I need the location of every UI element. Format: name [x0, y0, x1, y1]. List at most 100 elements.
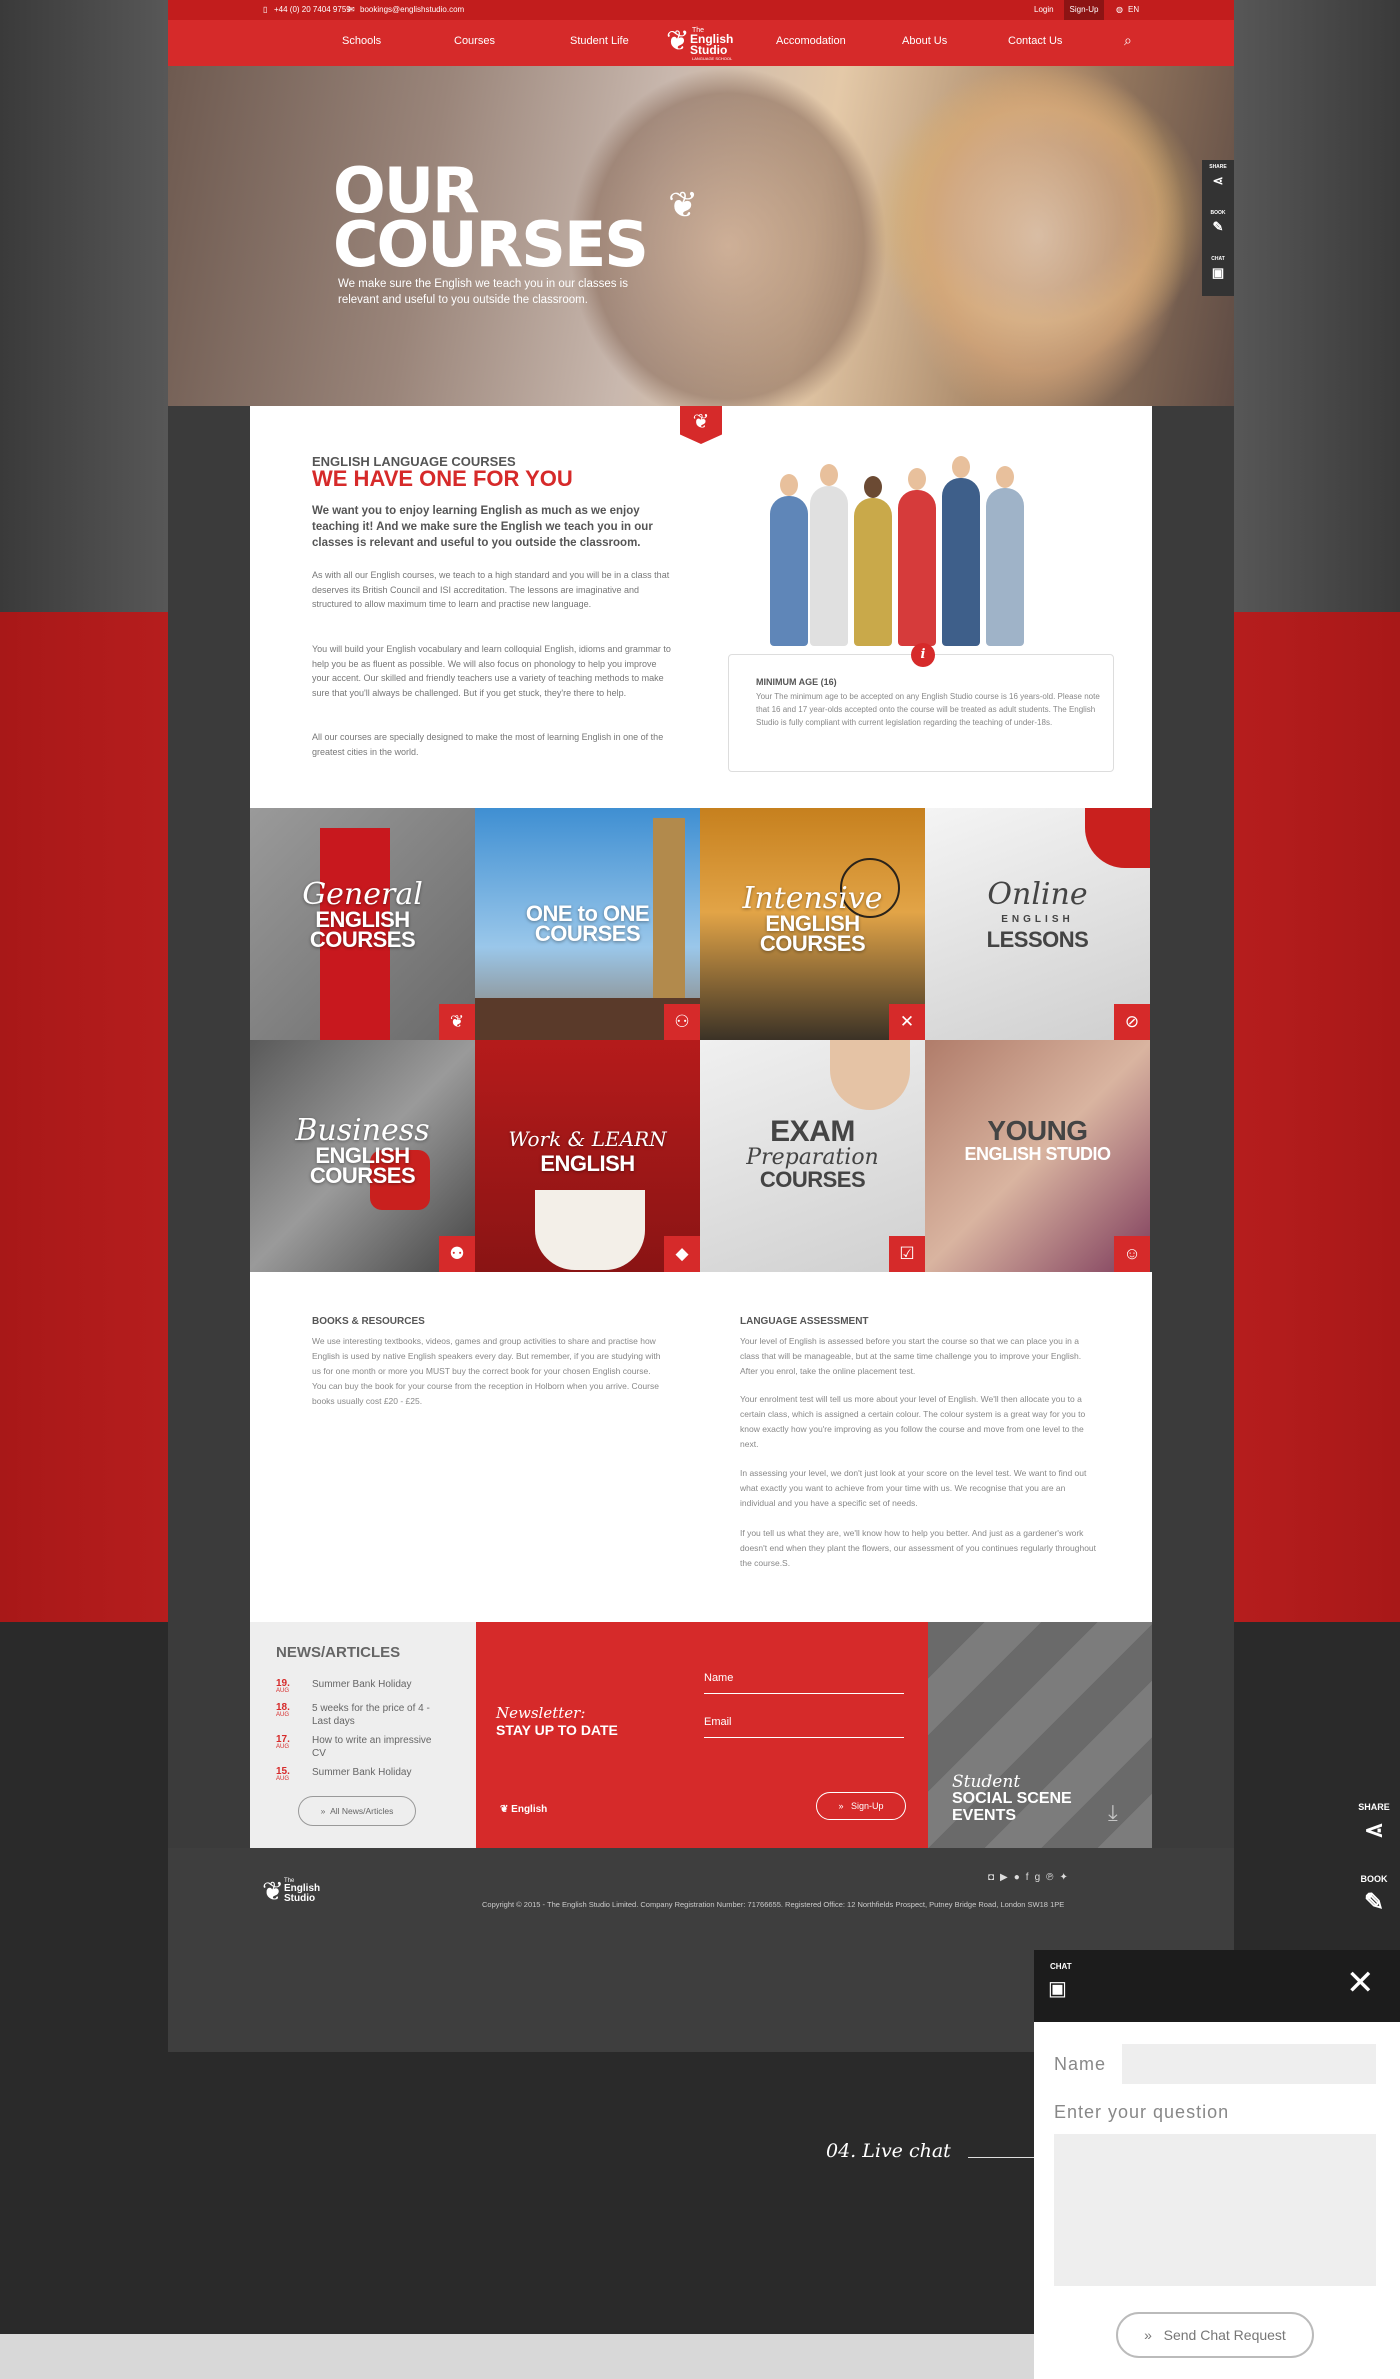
chat-header: CHAT ▣ ✕ [1034, 1950, 1400, 2022]
instagram-icon[interactable]: ◘ [988, 1872, 1000, 1883]
mug-photo [1085, 808, 1150, 868]
course-tile-general[interactable]: General ENGLISH COURSES ❦ [250, 808, 475, 1040]
book-tab[interactable]: BOOK ✎ [1202, 210, 1234, 254]
course-tile-work-and-learn[interactable]: Work & LEARN ENGLISH ◆ [475, 1040, 700, 1272]
page-title: OUR COURSES [333, 154, 649, 281]
live-chat-label: 04. Live chat [826, 2140, 951, 2162]
signup-link[interactable]: Sign-Up [1064, 0, 1104, 20]
assessment-paragraph: In assessing your level, we don't just l… [740, 1468, 1087, 1508]
minimum-age-body: Your The minimum age to be accepted on a… [756, 692, 1100, 727]
google-plus-icon[interactable]: g [1035, 1872, 1047, 1883]
share-icon: ⋖ [1212, 173, 1224, 188]
social-scene-panel[interactable]: Student SOCIAL SCENE EVENTS ⤓ [928, 1622, 1152, 1848]
book-icon: ✎ [1212, 219, 1224, 234]
nav-schools[interactable]: Schools [342, 35, 381, 47]
login-link[interactable]: Login [1034, 5, 1054, 14]
logo[interactable]: ❦ The English Studio LANGUAGE SCHOOL [666, 25, 740, 62]
info-icon: i [911, 643, 935, 667]
phone-number[interactable]: +44 (0) 20 7404 9759 [274, 5, 351, 14]
side-tabs: SHARE ⋖ BOOK ✎ CHAT ▣ [1202, 160, 1234, 296]
course-tile-young-english-studio[interactable]: YOUNG ENGLISH STUDIO ☺ [925, 1040, 1150, 1272]
nav-contact-us[interactable]: Contact Us [1008, 35, 1062, 47]
assessment-paragraph: If you tell us what they are, we'll know… [740, 1528, 1097, 1568]
send-chat-request-button[interactable]: » Send Chat Request [1116, 2312, 1314, 2358]
email-icon: ✉ [348, 5, 355, 14]
intro-paragraph: You will build your English vocabulary a… [312, 644, 671, 698]
twitter-icon[interactable]: ✦ [1060, 1872, 1074, 1883]
newsletter-name-field[interactable]: Name [704, 1672, 904, 1694]
assessment-paragraph: Your enrolment test will tell us more ab… [740, 1394, 1086, 1449]
phone-icon: ▯ [263, 5, 268, 14]
double-chevron-icon: » [320, 1806, 326, 1816]
oak-leaf-icon: ❦ [668, 184, 699, 225]
smiley-icon: ☺ [1114, 1236, 1150, 1272]
intro-lead: We want you to enjoy learning English as… [312, 505, 653, 549]
email-link[interactable]: bookings@englishstudio.com [360, 5, 464, 14]
nav-accomodation[interactable]: Accomodation [776, 35, 846, 47]
chat-question-label: Enter your question [1054, 2102, 1230, 2122]
graduation-cap-icon: ◆ [664, 1236, 700, 1272]
close-icon[interactable]: ✕ [1346, 1966, 1375, 2000]
minimum-age-box: i MINIMUM AGE (16) Your The minimum age … [728, 643, 1114, 772]
newsletter-signup-button[interactable]: » Sign-Up [816, 1792, 906, 1820]
tools-icon: ✕ [889, 1004, 925, 1040]
social-links: ◘▶●fg℗✦ [988, 1872, 1074, 1883]
hand-pen-photo [830, 1040, 910, 1110]
news-panel: NEWS/ARTICLES 19. AUG Summer Bank Holida… [250, 1622, 476, 1848]
course-tile-intensive[interactable]: Intensive ENGLISH COURSES ✕ [700, 808, 925, 1040]
flickr-icon[interactable]: ● [1014, 1872, 1026, 1883]
nav-courses[interactable]: Courses [454, 35, 495, 47]
course-tile-business[interactable]: Business ENGLISH COURSES ⚉ [250, 1040, 475, 1272]
double-chevron-icon: » [838, 1801, 844, 1811]
share-icon: ⋖ [1363, 1817, 1385, 1844]
chat-tab[interactable]: CHAT ▣ [1202, 256, 1234, 300]
students-photo [770, 456, 1080, 646]
minimum-age-title: MINIMUM AGE (16) [756, 677, 837, 687]
language-selector[interactable]: EN [1128, 5, 1139, 14]
course-tile-online[interactable]: Online ENGLISH LESSONS ⊘ [925, 808, 1150, 1040]
assessment-title: LANGUAGE ASSESSMENT [740, 1316, 869, 1327]
course-tile-exam-preparation[interactable]: EXAM Preparation COURSES ☑ [700, 1040, 925, 1272]
news-title: NEWS/ARTICLES [276, 1644, 401, 1661]
globe-icon: ◍ [1116, 5, 1123, 14]
hero-banner: OUR COURSES ❦ We make sure the English we… [168, 66, 1234, 406]
course-tile-one-to-one[interactable]: ONE to ONE COURSES ⚇ [475, 808, 700, 1040]
book-icon: ✎ [1363, 1889, 1385, 1916]
chat-name-input[interactable] [1122, 2044, 1376, 2084]
youtube-icon[interactable]: ▶ [1000, 1872, 1014, 1883]
chat-panel: CHAT ▣ ✕ Name Enter your question » Send… [1034, 1950, 1400, 2379]
checkbox-icon: ☑ [889, 1236, 925, 1272]
hero-photo-woman [888, 66, 1188, 406]
nav-about-us[interactable]: About Us [902, 35, 947, 47]
chat-icon: ▣ [1048, 1978, 1067, 2000]
float-share-tab[interactable]: SHARE ⋖ [1348, 1802, 1400, 1870]
search-icon[interactable]: ⌕ [1124, 32, 1132, 49]
nav-student-life[interactable]: Student Life [570, 35, 629, 47]
download-icon: ⤓ [1108, 1800, 1118, 1825]
assessment-paragraph: Your level of English is assessed before… [740, 1336, 1082, 1376]
chat-icon: ▣ [1211, 265, 1225, 280]
chat-title: CHAT [1050, 1962, 1072, 1971]
users-icon: ⚇ [664, 1004, 700, 1040]
all-news-button[interactable]: » All News/Articles [298, 1796, 416, 1826]
newsletter-heading: STAY UP TO DATE [496, 1722, 618, 1738]
pinterest-icon[interactable]: ℗ [1046, 1872, 1059, 1883]
chat-name-label: Name [1054, 2054, 1107, 2074]
double-chevron-icon: » [1144, 2327, 1152, 2343]
divider [968, 2157, 1038, 2158]
social-heading: SOCIAL SCENE EVENTS [952, 1790, 1072, 1824]
newsletter-script: Newsletter: [496, 1704, 586, 1722]
newsletter-email-field[interactable]: Email [704, 1716, 904, 1738]
share-tab[interactable]: SHARE ⋖ [1202, 164, 1234, 208]
newsletter-panel: Newsletter: STAY UP TO DATE Name Email ❦… [476, 1622, 928, 1848]
main-nav: Schools Courses Student Life ❦ The Engli… [168, 20, 1234, 66]
oak-leaf-icon: ❦ [666, 25, 690, 56]
books-title: BOOKS & RESOURCES [312, 1316, 425, 1327]
facebook-icon[interactable]: f [1026, 1872, 1035, 1883]
float-book-tab[interactable]: BOOK ✎ [1348, 1874, 1400, 1942]
chat-question-input[interactable] [1054, 2134, 1376, 2286]
resources-section: BOOKS & RESOURCES We use interesting tex… [250, 1272, 1152, 1622]
oak-leaf-badge-icon: ❦ [680, 406, 722, 444]
top-bar: ▯ +44 (0) 20 7404 9759 ✉ bookings@englis… [168, 0, 1234, 20]
intro-paragraph: All our courses are specially designed t… [312, 732, 664, 757]
